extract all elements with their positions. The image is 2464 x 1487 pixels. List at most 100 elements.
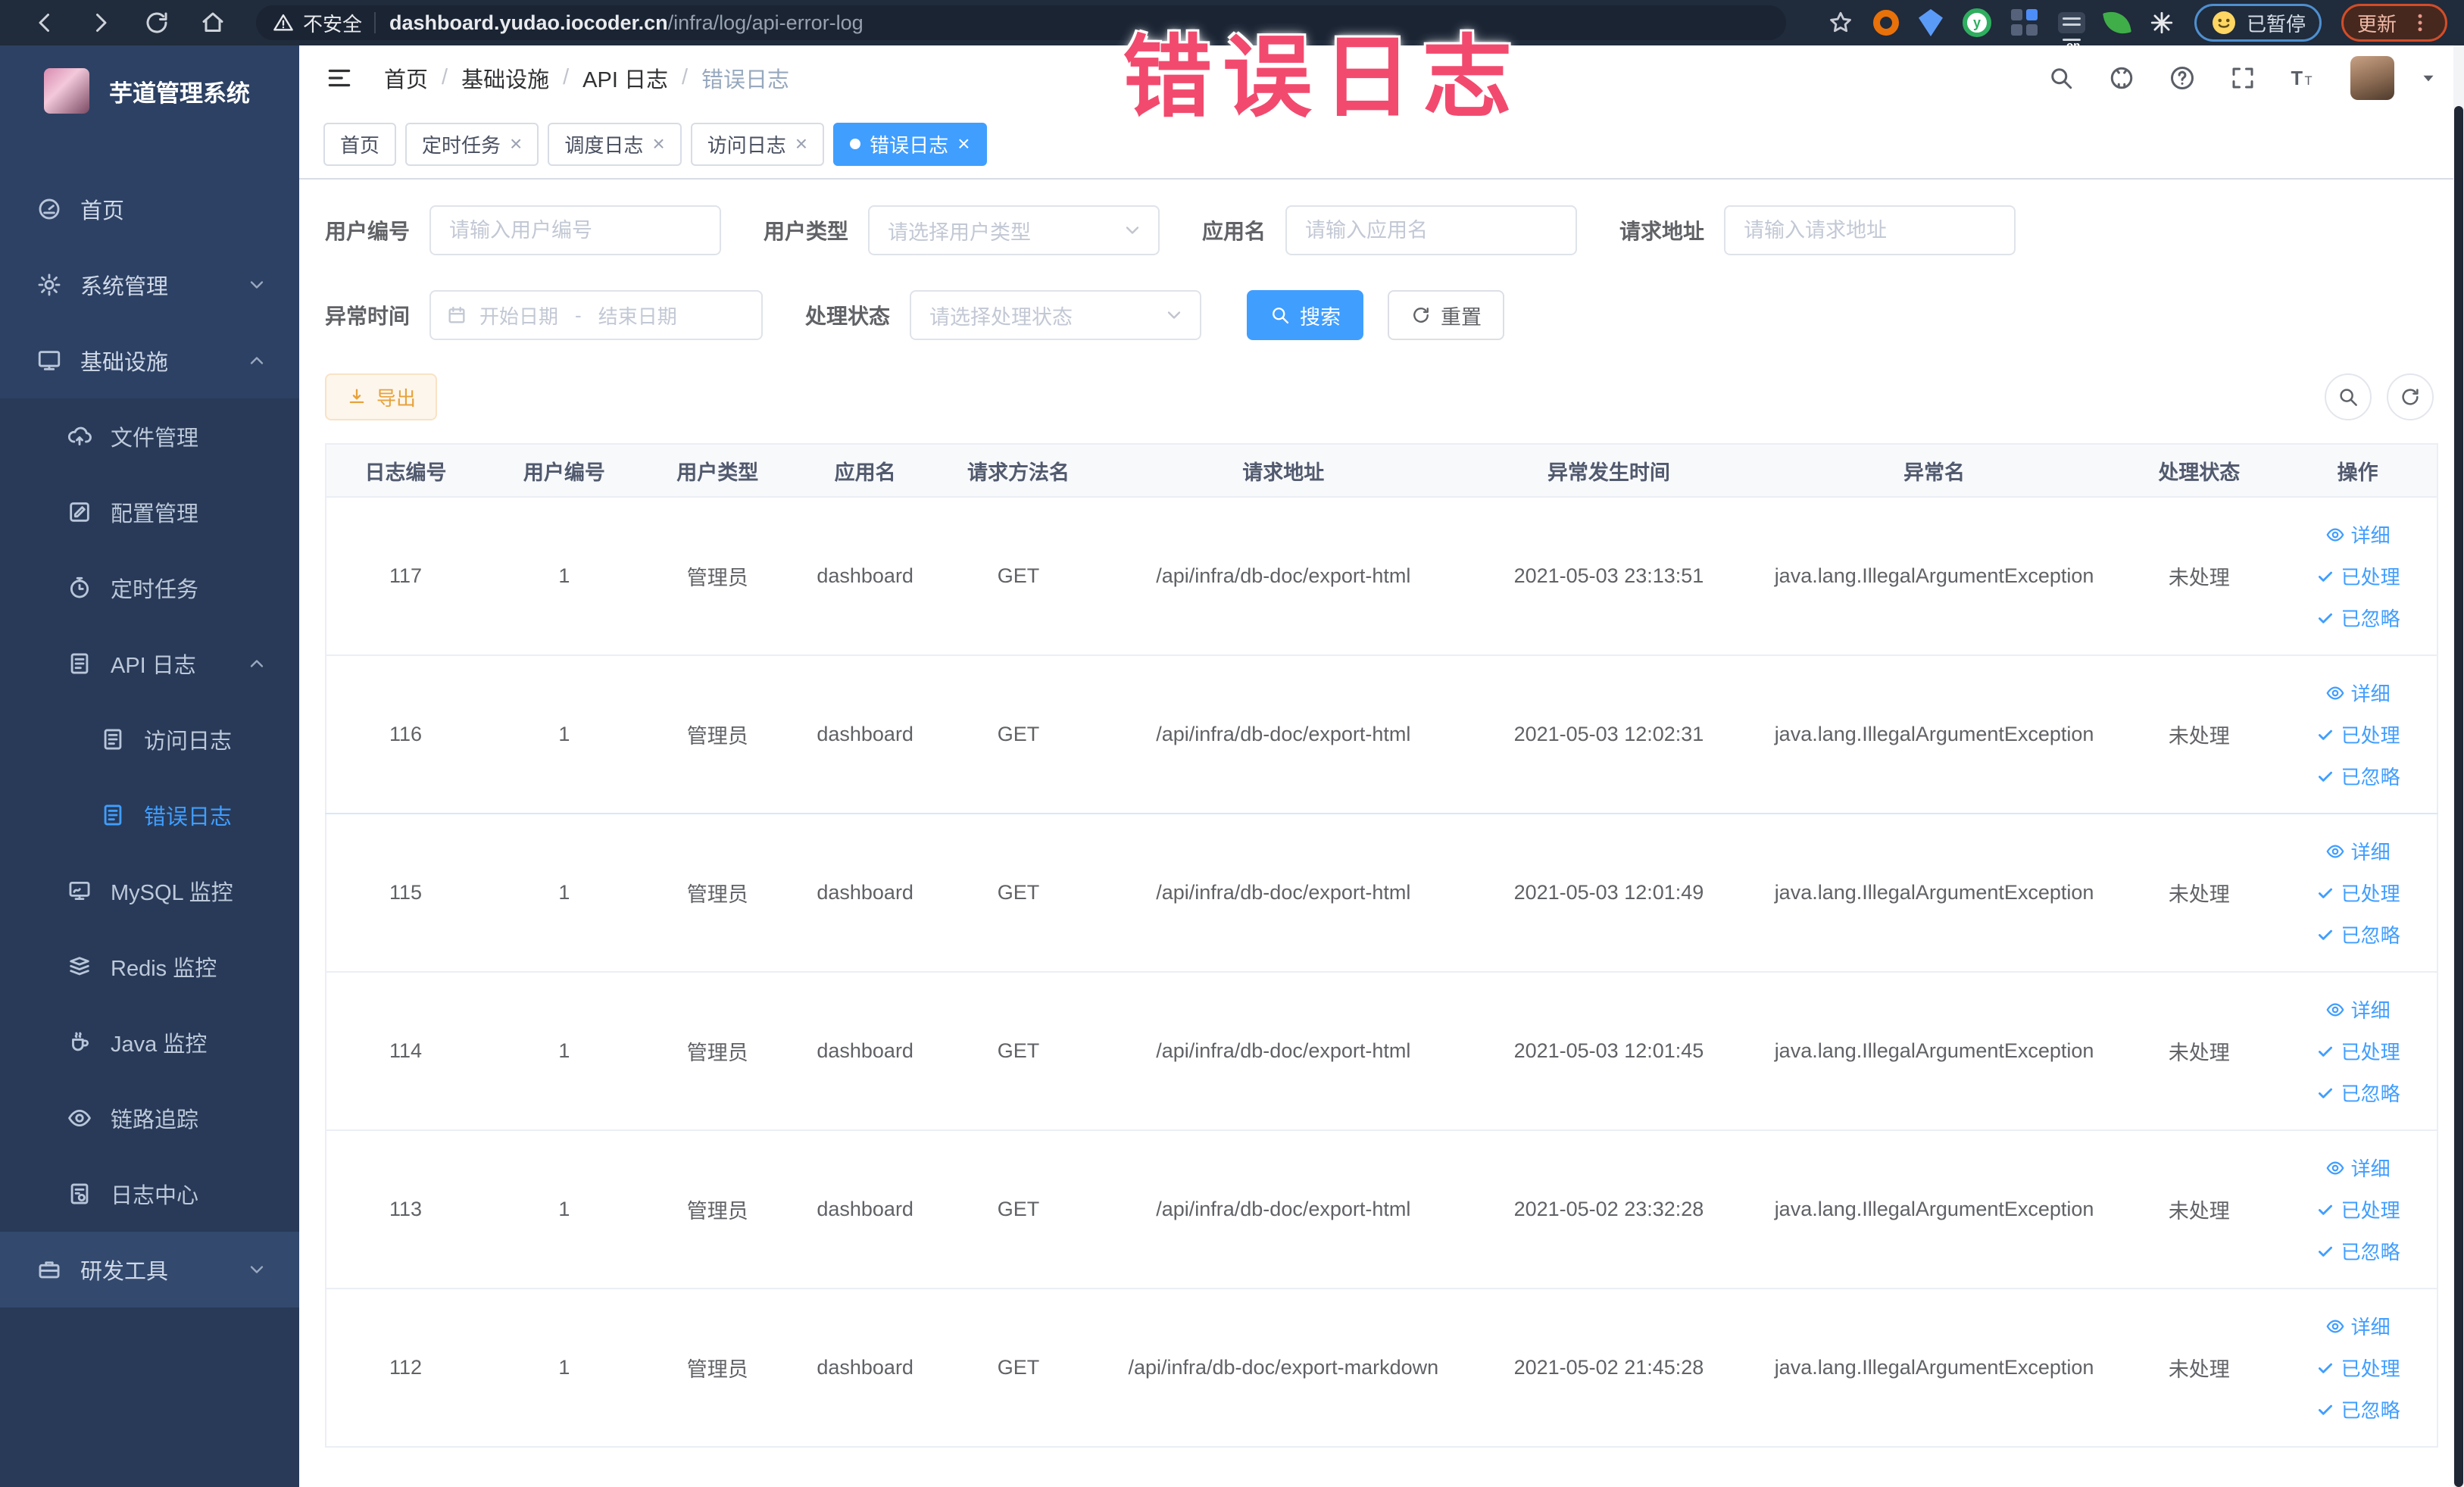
action-processed-link[interactable]: 已处理	[2316, 720, 2400, 748]
sidebar-item-4[interactable]: 配置管理	[0, 474, 299, 550]
breadcrumb-item-1[interactable]: 基础设施	[461, 62, 549, 94]
browser-reload-icon[interactable]	[143, 9, 170, 36]
action-processed-link[interactable]: 已处理	[2316, 879, 2400, 907]
action-processed-link[interactable]: 已处理	[2316, 1354, 2400, 1382]
document-icon	[67, 651, 92, 676]
sidebar-item-7[interactable]: 访问日志	[0, 701, 299, 777]
action-ignored-link[interactable]: 已忽略	[2316, 1079, 2400, 1107]
browser-home-icon[interactable]	[199, 9, 226, 36]
sidebar-item-11[interactable]: Java 监控	[0, 1004, 299, 1080]
sidebar-item-6[interactable]: API 日志	[0, 626, 299, 701]
cell-time: 2021-05-03 12:02:31	[1469, 655, 1749, 814]
bookmark-star-icon[interactable]	[1828, 10, 1853, 36]
sidebar-item-8[interactable]: 错误日志	[0, 777, 299, 853]
breadcrumb-item-2[interactable]: API 日志	[582, 62, 668, 94]
cell-exception: java.lang.IllegalArgumentException	[1748, 655, 2120, 814]
sidebar-item-1[interactable]: 系统管理	[0, 247, 299, 323]
tab-3[interactable]: 访问日志 ×	[690, 122, 825, 166]
profile-paused-chip[interactable]: 已暂停	[2194, 4, 2322, 42]
sidebar-item-0[interactable]: 首页	[0, 171, 299, 247]
address-bar[interactable]: 不安全 dashboard.yudao.iocoder.cn /infra/lo…	[256, 5, 1786, 40]
refresh-table-button[interactable]	[2387, 373, 2434, 420]
sidebar-item-5[interactable]: 定时任务	[0, 550, 299, 626]
app-logo[interactable]: 芋道管理系统	[0, 45, 299, 136]
exception-time-range-picker[interactable]: 开始日期 - 结束日期	[429, 290, 764, 340]
sidebar-item-3[interactable]: 文件管理	[0, 398, 299, 474]
filter-input-2[interactable]	[1285, 205, 1578, 255]
github-icon[interactable]	[2108, 64, 2135, 92]
font-size-icon[interactable]: TT	[2290, 64, 2317, 92]
tab-1[interactable]: 定时任务 ×	[405, 122, 539, 166]
more-vertical-icon[interactable]	[2409, 11, 2431, 34]
avatar[interactable]	[2350, 55, 2394, 100]
help-icon[interactable]	[2169, 64, 2196, 92]
extension-grid-icon[interactable]	[2010, 9, 2038, 36]
browser-back-icon[interactable]	[31, 9, 58, 36]
cell-time: 2021-05-03 12:01:45	[1469, 972, 1749, 1131]
page-header: 首页 / 基础设施 / API 日志 / 错误日志 TT	[299, 45, 2464, 110]
filter-select-1[interactable]: 请选择用户类型	[868, 205, 1160, 255]
search-icon[interactable]	[2047, 64, 2075, 92]
extension-orange-ring-icon[interactable]	[1872, 10, 1899, 36]
search-button[interactable]: 搜索	[1247, 290, 1364, 340]
cell-time: 2021-05-03 12:01:49	[1469, 814, 1749, 973]
action-detail-link[interactable]: 详细	[2325, 520, 2391, 548]
cell-id: 117	[326, 497, 485, 656]
sidebar-item-14[interactable]: 研发工具	[0, 1232, 299, 1307]
close-icon[interactable]: ×	[957, 133, 970, 155]
extension-leaf-icon[interactable]	[2102, 8, 2131, 37]
table-header-row: 日志编号 用户编号 用户类型 应用名 请求方法名 请求地址 异常发生时间 异常名 处理状态 操作	[326, 444, 2437, 498]
action-detail-link[interactable]: 详细	[2325, 1154, 2391, 1182]
extension-switch-icon[interactable]: on	[2057, 12, 2085, 52]
action-ignored-link[interactable]: 已忽略	[2316, 1237, 2400, 1265]
check-icon	[2316, 1042, 2335, 1061]
action-processed-link[interactable]: 已处理	[2316, 1037, 2400, 1065]
extension-green-y-icon[interactable]: y	[1962, 8, 1991, 37]
filter-input-3[interactable]	[1724, 205, 2016, 255]
breadcrumb-item-0[interactable]: 首页	[384, 62, 428, 94]
cell-actions: 详细 已处理 已忽略	[2278, 655, 2437, 814]
browser-update-chip[interactable]: 更新	[2341, 4, 2447, 42]
cell-method: GET	[938, 1130, 1098, 1289]
action-ignored-link[interactable]: 已忽略	[2316, 920, 2400, 948]
extension-blue-shield-icon[interactable]	[1918, 9, 1943, 36]
sidebar-item-2[interactable]: 基础设施	[0, 323, 299, 398]
action-ignored-link[interactable]: 已忽略	[2316, 1395, 2400, 1423]
reset-button[interactable]: 重置	[1388, 290, 1505, 340]
action-detail-link[interactable]: 详细	[2325, 995, 2391, 1023]
sidebar-item-9[interactable]: MySQL 监控	[0, 853, 299, 929]
collapse-sidebar-icon[interactable]	[325, 64, 354, 92]
monitor-icon	[36, 348, 62, 373]
sidebar-item-12[interactable]: 链路追踪	[0, 1080, 299, 1156]
browser-forward-icon[interactable]	[87, 9, 114, 36]
sidebar-item-13[interactable]: 日志中心	[0, 1156, 299, 1232]
scrollbar-thumb[interactable]	[2454, 106, 2463, 1487]
cell-app: dashboard	[791, 814, 939, 973]
sidebar-item-10[interactable]: Redis 监控	[0, 929, 299, 1004]
tab-4[interactable]: 错误日志 ×	[833, 122, 987, 166]
cell-id: 116	[326, 655, 485, 814]
logo-image	[44, 68, 89, 114]
action-detail-link[interactable]: 详细	[2325, 837, 2391, 865]
close-icon[interactable]: ×	[510, 133, 522, 155]
tab-2[interactable]: 调度日志 ×	[548, 122, 682, 166]
close-icon[interactable]: ×	[652, 133, 664, 155]
action-detail-link[interactable]: 详细	[2325, 1312, 2391, 1340]
exception-time-label: 异常时间	[325, 305, 411, 328]
caret-down-icon[interactable]	[2419, 68, 2438, 88]
process-status-select[interactable]: 请选择处理状态	[910, 290, 1202, 340]
divider	[374, 12, 376, 33]
close-icon[interactable]: ×	[795, 133, 807, 155]
action-ignored-link[interactable]: 已忽略	[2316, 762, 2400, 790]
action-detail-link[interactable]: 详细	[2325, 679, 2391, 707]
fullscreen-icon[interactable]	[2229, 64, 2256, 92]
table-row: 116 1 管理员 dashboard GET/api/infra/db-doc/exp…	[326, 655, 2437, 814]
action-processed-link[interactable]: 已处理	[2316, 562, 2400, 590]
tab-0[interactable]: 首页	[323, 122, 397, 166]
extension-star-burst-icon[interactable]	[2149, 10, 2175, 36]
action-processed-link[interactable]: 已处理	[2316, 1195, 2400, 1223]
toggle-search-button[interactable]	[2325, 373, 2372, 420]
export-button[interactable]: 导出	[325, 373, 438, 420]
filter-input-0[interactable]	[429, 205, 722, 255]
action-ignored-link[interactable]: 已忽略	[2316, 604, 2400, 632]
